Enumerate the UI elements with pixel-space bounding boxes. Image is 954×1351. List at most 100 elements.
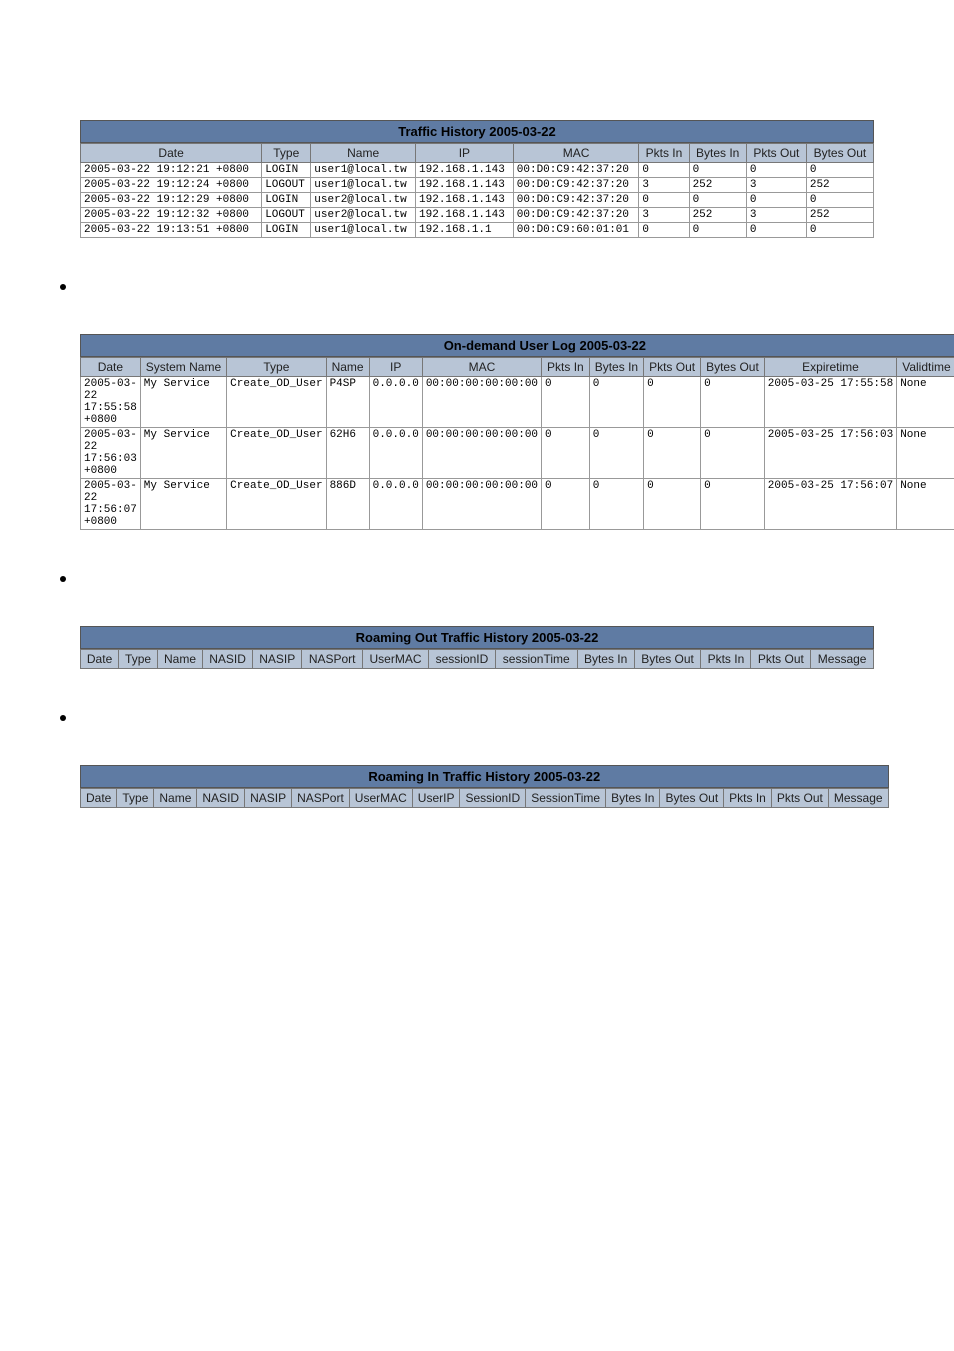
table-row: 2005-03-22 19:12:29 +0800LOGINuser2@loca… xyxy=(81,193,874,208)
table-cell: 0 xyxy=(542,377,590,428)
col-header: Date xyxy=(81,650,119,669)
roaming-in-title: Roaming In Traffic History 2005-03-22 xyxy=(80,765,889,788)
col-header: Pkts Out xyxy=(771,789,828,808)
table-cell: None xyxy=(897,428,954,479)
roaming-out-header-row: DateTypeNameNASIDNASIPNASPortUserMACsess… xyxy=(81,650,874,669)
table-cell: 0 xyxy=(589,428,643,479)
table-row: 2005-03-22 19:12:24 +0800LOGOUTuser1@loc… xyxy=(81,178,874,193)
col-header: IP xyxy=(369,358,422,377)
col-header: Bytes Out xyxy=(634,650,701,669)
table-cell: My Service xyxy=(140,377,226,428)
roaming-in-header-row: DateTypeNameNASIDNASIPNASPortUserMACUser… xyxy=(81,789,889,808)
table-cell: 0 xyxy=(639,223,689,238)
col-header: SessionTime xyxy=(526,789,606,808)
table-cell: Create_OD_User xyxy=(227,428,326,479)
table-row: 2005-03-22 17:56:03 +0800My ServiceCreat… xyxy=(81,428,954,479)
table-cell: 0 xyxy=(806,193,873,208)
col-header: UserIP xyxy=(412,789,460,808)
table-cell: None xyxy=(897,479,954,530)
col-header: Name xyxy=(157,650,202,669)
table-cell: 00:00:00:00:00:00 xyxy=(422,377,541,428)
table-cell: 2005-03-22 19:12:32 +0800 xyxy=(81,208,262,223)
table-cell: 0 xyxy=(701,479,765,530)
col-header: Bytes In xyxy=(606,789,660,808)
bullet-icon xyxy=(60,715,66,721)
table-cell: 00:D0:C9:42:37:20 xyxy=(513,193,639,208)
table-cell: None xyxy=(897,377,954,428)
table-cell: 00:00:00:00:00:00 xyxy=(422,479,541,530)
table-cell: Create_OD_User xyxy=(227,479,326,530)
table-cell: 3 xyxy=(639,208,689,223)
table-cell: My Service xyxy=(140,428,226,479)
table-cell: 192.168.1.143 xyxy=(416,163,514,178)
table-cell: 62H6 xyxy=(326,428,369,479)
table-cell: 2005-03-22 19:12:24 +0800 xyxy=(81,178,262,193)
col-header: Bytes In xyxy=(577,650,634,669)
table-cell: 192.168.1.143 xyxy=(416,208,514,223)
col-header: IP xyxy=(416,144,514,163)
table-cell: 0 xyxy=(639,193,689,208)
col-header: Type xyxy=(227,358,326,377)
col-header: Date xyxy=(81,144,262,163)
table-cell: 00:D0:C9:42:37:20 xyxy=(513,208,639,223)
table-cell: 3 xyxy=(746,208,806,223)
table-cell: 0.0.0.0 xyxy=(369,377,422,428)
col-header: NASID xyxy=(203,650,253,669)
table-cell: 0 xyxy=(542,479,590,530)
table-cell: 0 xyxy=(806,163,873,178)
table-cell: LOGIN xyxy=(262,223,311,238)
ondemand-title: On-demand User Log 2005-03-22 xyxy=(80,334,954,357)
col-header: UserMAC xyxy=(349,789,412,808)
col-header: sessionID xyxy=(429,650,496,669)
table-cell: 0 xyxy=(644,479,701,530)
table-cell: 0 xyxy=(589,479,643,530)
traffic-title: Traffic History 2005-03-22 xyxy=(80,120,874,143)
col-header: NASPort xyxy=(302,650,363,669)
col-header: Pkts In xyxy=(542,358,590,377)
table-cell: 0 xyxy=(542,428,590,479)
col-header: sessionTime xyxy=(495,650,577,669)
table-cell: 2005-03-22 17:56:03 +0800 xyxy=(81,428,141,479)
table-cell: 252 xyxy=(689,208,746,223)
table-cell: 3 xyxy=(639,178,689,193)
table-cell: P4SP xyxy=(326,377,369,428)
col-header: NASPort xyxy=(292,789,350,808)
table-cell: 2005-03-22 19:12:21 +0800 xyxy=(81,163,262,178)
col-header: Pkts Out xyxy=(746,144,806,163)
col-header: NASID xyxy=(197,789,245,808)
ondemand-table: On-demand User Log 2005-03-22 DateSystem… xyxy=(80,334,954,530)
col-header: Name xyxy=(326,358,369,377)
table-cell: 0 xyxy=(589,377,643,428)
col-header: Bytes Out xyxy=(806,144,873,163)
col-header: NASIP xyxy=(253,650,302,669)
table-cell: 00:D0:C9:60:01:01 xyxy=(513,223,639,238)
table-cell: Create_OD_User xyxy=(227,377,326,428)
col-header: Validtime xyxy=(897,358,954,377)
table-cell: 2005-03-22 19:13:51 +0800 xyxy=(81,223,262,238)
table-cell: LOGIN xyxy=(262,193,311,208)
col-header: SessionID xyxy=(460,789,526,808)
table-cell: LOGIN xyxy=(262,163,311,178)
table-cell: 00:D0:C9:42:37:20 xyxy=(513,163,639,178)
table-cell: 2005-03-25 17:56:07 xyxy=(764,479,896,530)
col-header: Name xyxy=(154,789,197,808)
col-header: Date xyxy=(81,358,141,377)
table-cell: 0 xyxy=(689,163,746,178)
col-header: Pkts In xyxy=(724,789,772,808)
col-header: Pkts In xyxy=(701,650,751,669)
table-cell: 252 xyxy=(689,178,746,193)
col-header: Bytes Out xyxy=(701,358,765,377)
table-cell: 2005-03-25 17:56:03 xyxy=(764,428,896,479)
col-header: Bytes Out xyxy=(660,789,724,808)
roaming-out-table: Roaming Out Traffic History 2005-03-22 D… xyxy=(80,626,874,669)
table-cell: 0 xyxy=(639,163,689,178)
table-cell: 2005-03-22 17:56:07 +0800 xyxy=(81,479,141,530)
table-cell: 0 xyxy=(701,428,765,479)
table-cell: 0 xyxy=(689,193,746,208)
table-row: 2005-03-22 19:12:32 +0800LOGOUTuser2@loc… xyxy=(81,208,874,223)
col-header: Pkts Out xyxy=(751,650,811,669)
table-cell: 0 xyxy=(746,193,806,208)
table-cell: 2005-03-25 17:55:58 xyxy=(764,377,896,428)
table-cell: 0 xyxy=(701,377,765,428)
table-cell: LOGOUT xyxy=(262,178,311,193)
